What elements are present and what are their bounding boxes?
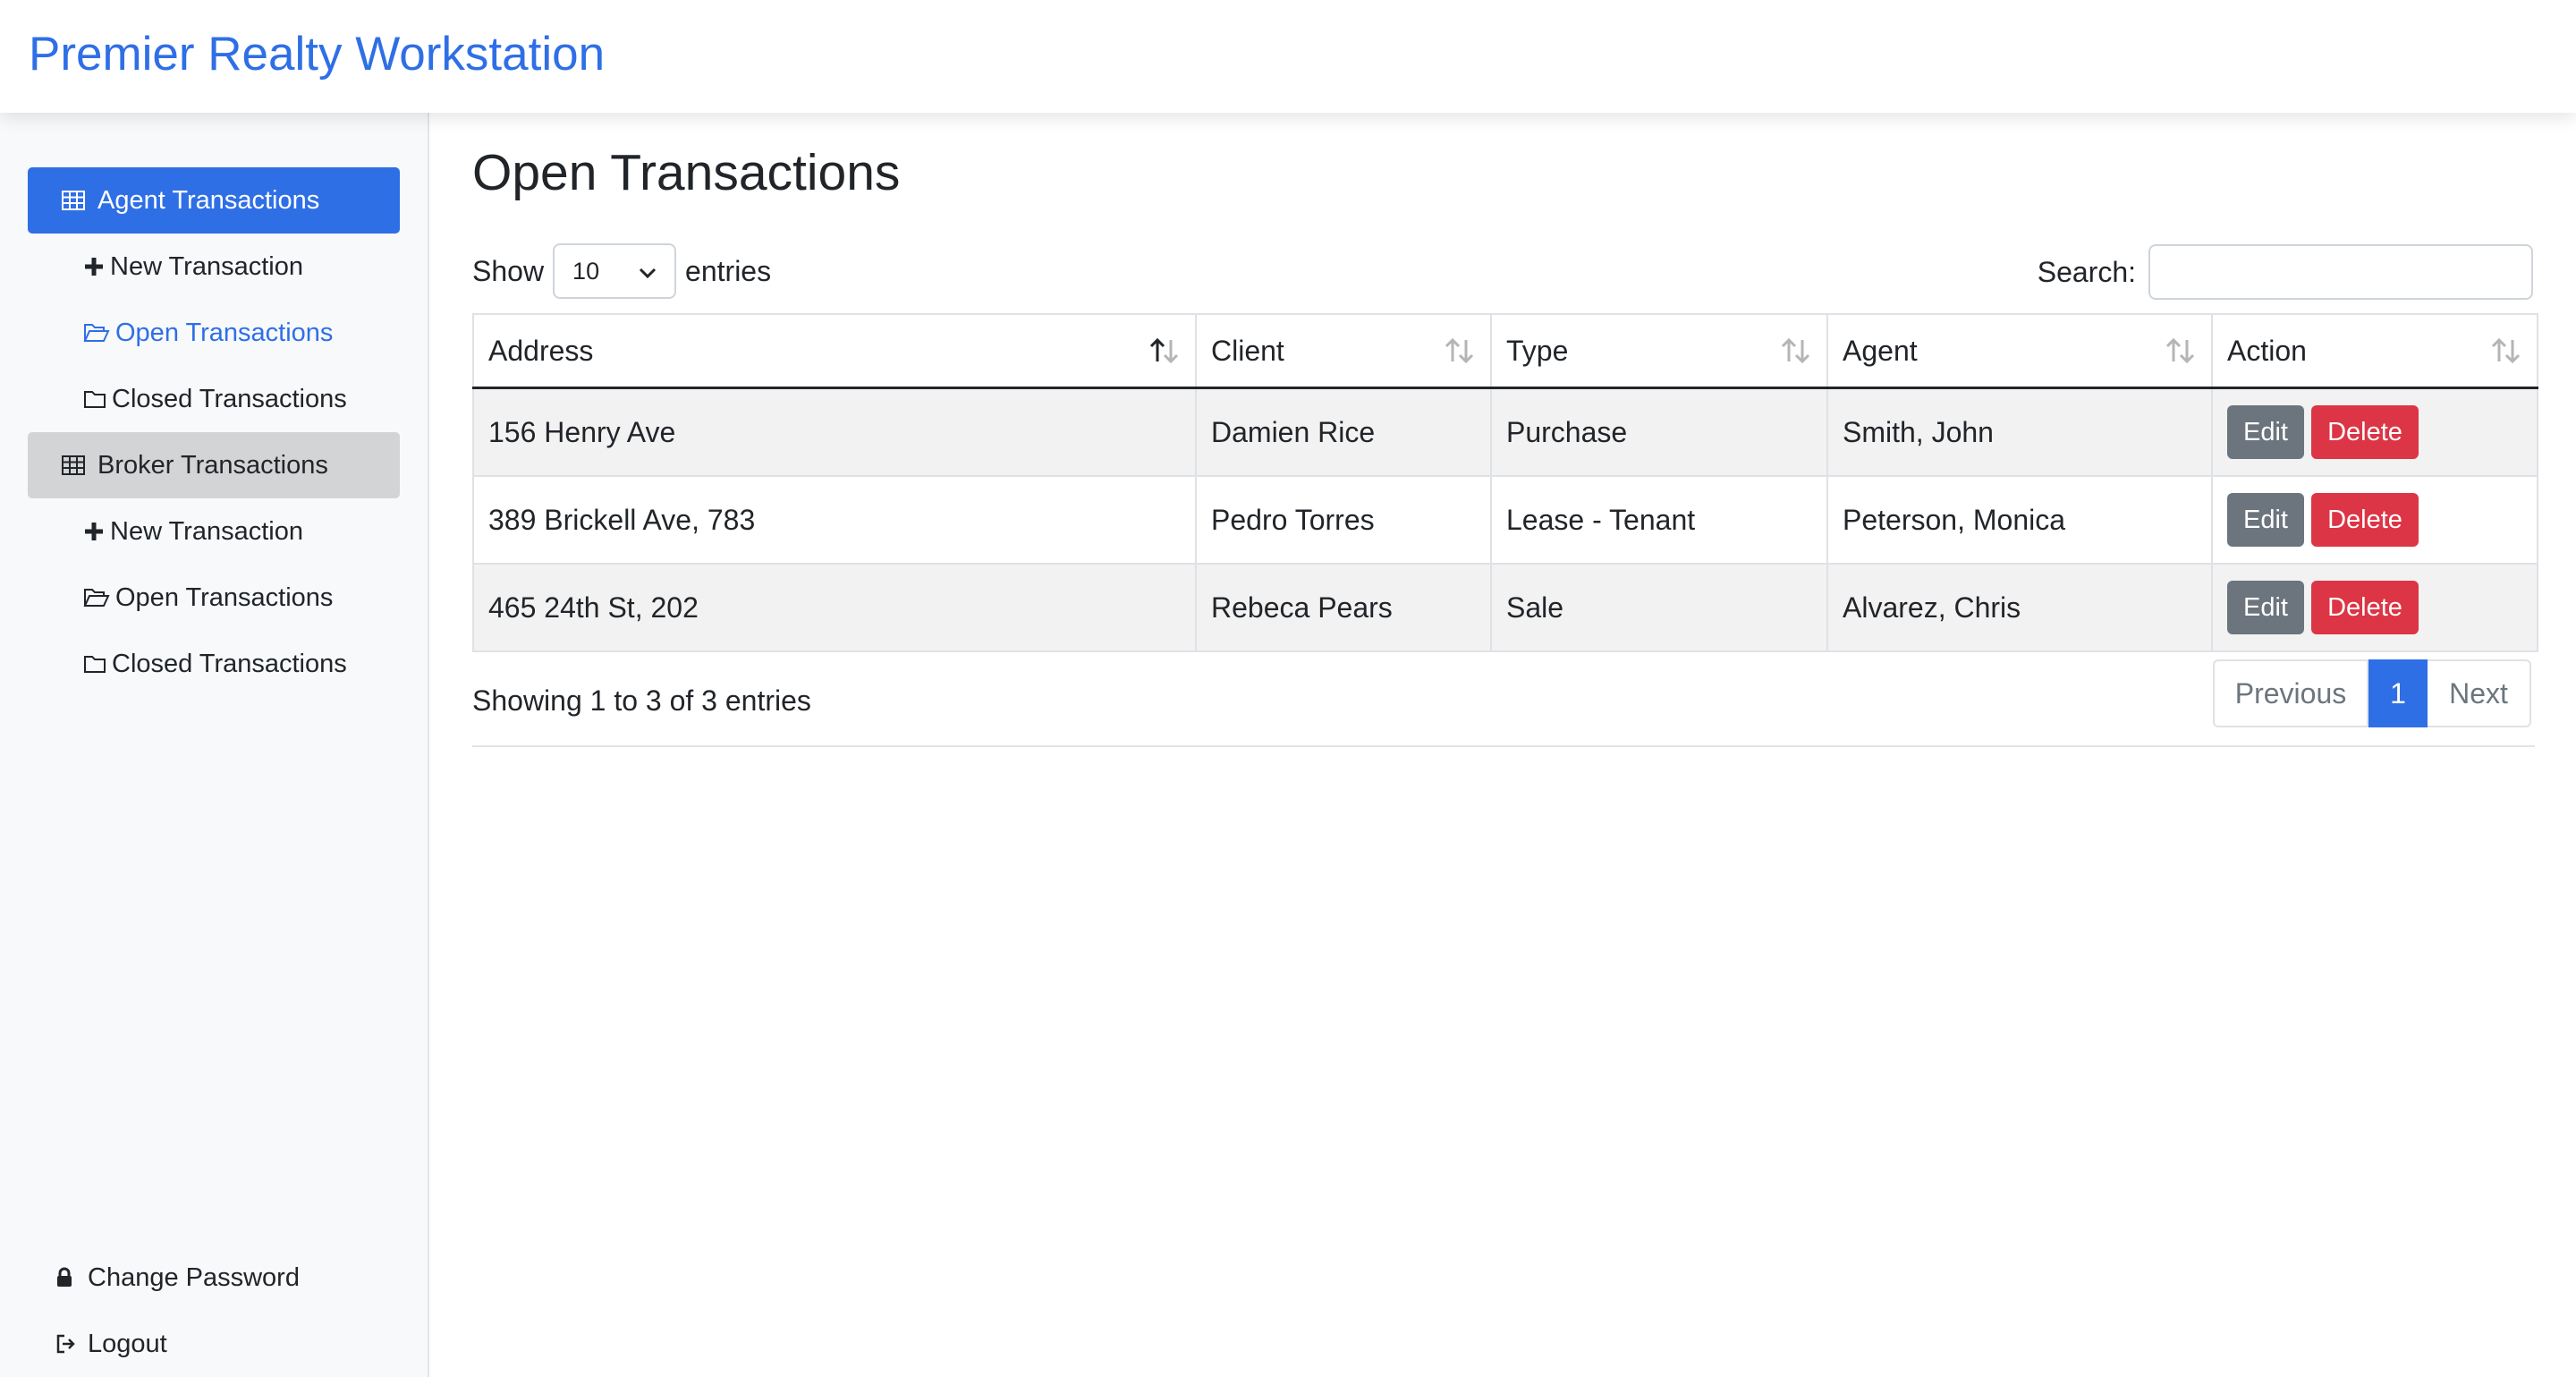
table-row: 465 24th St, 202 Rebeca Pears Sale Alvar… [472, 563, 2538, 652]
folder-open-icon [83, 584, 110, 611]
cell-action: Edit Delete [2211, 475, 2538, 565]
app-title[interactable]: Premier Realty Workstation [29, 25, 605, 84]
sort-icon [2163, 336, 2197, 365]
pagination: Previous 1 Next [2213, 659, 2531, 727]
sidebar-item-label: New Transaction [110, 251, 303, 281]
lock-icon [55, 1267, 77, 1288]
show-label: Show [472, 254, 545, 287]
entries-length-value: 10 [572, 257, 600, 285]
column-header-address[interactable]: Address [472, 313, 1197, 389]
sort-icon [1778, 336, 1812, 365]
search-label: Search: [2037, 255, 2136, 288]
edit-button[interactable]: Edit [2227, 405, 2304, 459]
sidebar-item-agent-transactions[interactable]: Agent Transactions [28, 167, 400, 234]
table-info: Showing 1 to 3 of 3 entries [472, 684, 811, 717]
next-page-button[interactable]: Next [2428, 659, 2531, 727]
sort-icon [1442, 336, 1476, 365]
sidebar-item-agent-open-transactions[interactable]: Open Transactions [28, 300, 400, 366]
sidebar-item-broker-open-transactions[interactable]: Open Transactions [28, 565, 400, 631]
previous-page-button[interactable]: Previous [2213, 659, 2368, 727]
sort-ascending-icon [1147, 336, 1181, 365]
column-header-agent[interactable]: Agent [1826, 313, 2213, 389]
column-header-action[interactable]: Action [2211, 313, 2538, 389]
entries-length-control: Show 10 entries [472, 243, 771, 299]
sidebar-item-label: Open Transactions [115, 318, 334, 347]
sidebar-item-label: Open Transactions [115, 582, 334, 612]
cell-client: Rebeca Pears [1195, 563, 1492, 652]
folder-icon [83, 386, 106, 412]
cell-address: 389 Brickell Ave, 783 [472, 475, 1197, 565]
delete-button[interactable]: Delete [2311, 493, 2419, 547]
cell-type: Lease - Tenant [1490, 475, 1828, 565]
cell-action: Edit Delete [2211, 563, 2538, 652]
cell-client: Pedro Torres [1195, 475, 1492, 565]
sidebar-item-label: Agent Transactions [97, 185, 320, 215]
cell-address: 156 Henry Ave [472, 387, 1197, 477]
table-row: 389 Brickell Ave, 783 Pedro Torres Lease… [472, 475, 2538, 565]
edit-button[interactable]: Edit [2227, 493, 2304, 547]
search-input[interactable] [2148, 244, 2533, 300]
entries-label: entries [685, 254, 772, 287]
logout-label: Logout [88, 1329, 167, 1358]
edit-button[interactable]: Edit [2227, 581, 2304, 634]
cell-client: Damien Rice [1195, 387, 1492, 477]
logout-icon [55, 1334, 77, 1354]
table-icon [60, 452, 87, 479]
sidebar-item-label: Closed Transactions [112, 649, 347, 678]
table-row: 156 Henry Ave Damien Rice Purchase Smith… [472, 387, 2538, 477]
sidebar-item-agent-new-transaction[interactable]: New Transaction [28, 234, 400, 300]
cell-agent: Peterson, Monica [1826, 475, 2213, 565]
sidebar-item-broker-new-transaction[interactable]: New Transaction [28, 498, 400, 565]
sidebar-item-label: Closed Transactions [112, 384, 347, 413]
sidebar: Agent Transactions New Transaction Open … [0, 113, 429, 1377]
transactions-table: Address Client Type Agent Action 156 Hen… [472, 313, 2538, 652]
sort-icon [2488, 336, 2522, 365]
delete-button[interactable]: Delete [2311, 405, 2419, 459]
top-navbar: Premier Realty Workstation [0, 0, 2576, 113]
page-title: Open Transactions [472, 144, 901, 201]
sidebar-item-agent-closed-transactions[interactable]: Closed Transactions [28, 366, 400, 432]
sidebar-item-broker-closed-transactions[interactable]: Closed Transactions [28, 631, 400, 697]
folder-open-icon [83, 319, 110, 346]
logout-link[interactable]: Logout [55, 1319, 167, 1369]
cell-address: 465 24th St, 202 [472, 563, 1197, 652]
chevron-down-icon [639, 258, 657, 285]
cell-agent: Alvarez, Chris [1826, 563, 2213, 652]
sidebar-item-broker-transactions[interactable]: Broker Transactions [28, 432, 400, 498]
divider [472, 745, 2535, 747]
delete-button[interactable]: Delete [2311, 581, 2419, 634]
column-header-type[interactable]: Type [1490, 313, 1828, 389]
cell-type: Purchase [1490, 387, 1828, 477]
table-header-row: Address Client Type Agent Action [472, 313, 2538, 389]
search-control: Search: [2038, 243, 2533, 301]
entries-length-select[interactable]: 10 [553, 243, 677, 299]
sidebar-item-label: Broker Transactions [97, 450, 328, 480]
column-header-client[interactable]: Client [1195, 313, 1492, 389]
table-icon [60, 187, 87, 214]
cell-type: Sale [1490, 563, 1828, 652]
page-1-button[interactable]: 1 [2368, 659, 2428, 727]
cell-action: Edit Delete [2211, 387, 2538, 477]
folder-icon [83, 650, 106, 677]
plus-icon [83, 518, 105, 545]
cell-agent: Smith, John [1826, 387, 2213, 477]
sidebar-item-label: New Transaction [110, 516, 303, 546]
change-password-label: Change Password [88, 1262, 300, 1292]
change-password-link[interactable]: Change Password [55, 1253, 300, 1303]
plus-icon [83, 253, 105, 280]
